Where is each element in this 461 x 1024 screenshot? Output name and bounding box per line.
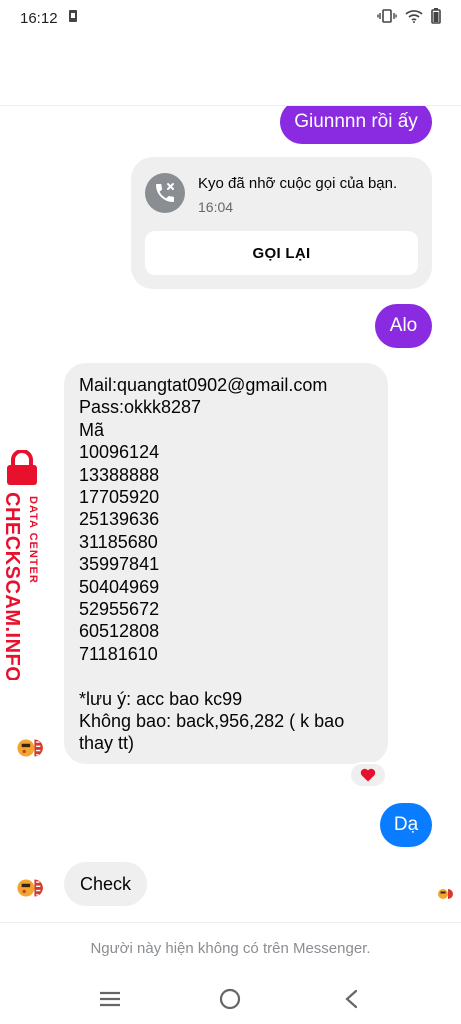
message-line: 25139636 [79,509,160,530]
heart-reaction[interactable] [349,762,387,788]
avatar-image [72,62,102,83]
message-line: 60512808 [79,621,160,642]
back-button[interactable] [14,53,54,93]
back-nav-button[interactable] [331,979,371,1019]
message-line: 10096124 [79,442,160,463]
watermark-top-text: DATA CENTER [27,496,39,584]
missed-call-time: 16:04 [198,199,234,215]
status-bar: 16:12 [0,0,461,36]
info-button[interactable] [409,57,441,89]
watermark: CHECKSCAM.INFO DATA CENTER [0,450,60,680]
status-time: 16:12 [20,9,58,27]
navigation-bar [0,974,461,1024]
home-button[interactable] [210,979,250,1019]
missed-call-text: Kyo đã nhỡ cuộc gọi của bạn. [198,175,398,192]
unavailable-notice: Người này hiện không có trên Messenger. [0,922,461,974]
call-back-button[interactable]: GỌI LẠI [145,231,418,275]
heart-icon [360,768,376,782]
outgoing-message[interactable]: Giunnnn rồi ấy [280,100,432,144]
lock-icon [7,450,37,485]
avatar-image [438,889,453,899]
voice-call-button[interactable] [297,57,329,89]
avatar-image [17,739,43,757]
message-line: *lưu ý: acc bao kc99 [79,688,243,709]
message-line: 52955672 [79,599,160,620]
message-line: Mail:quangtat0902@gmail.com [79,375,328,395]
home-circle-icon [220,988,241,1010]
sender-avatar[interactable] [14,871,48,905]
avatar-image [17,879,43,897]
menu-icon [100,991,121,1007]
wifi-icon [405,9,423,27]
sender-avatar[interactable] [14,731,48,765]
back-arrow-icon [21,62,47,83]
message-line: Không bao: back,956,282 ( k bao [79,711,345,732]
vibrate-icon [377,9,397,27]
missed-call-icon [145,173,185,213]
message-line: Pass:okkk8287 [79,397,202,418]
message-line: 13388888 [79,464,160,485]
message-line: 31185680 [79,531,158,552]
message-line: 50404969 [79,576,160,597]
seen-avatar [436,884,456,904]
contact-name[interactable]: Kyo [124,62,160,84]
info-icon [413,60,437,85]
chat-header: Kyo [0,40,461,106]
avatar[interactable] [66,50,110,95]
watermark-main-text: CHECKSCAM.INFO [1,492,23,680]
back-chevron-icon [345,989,357,1009]
video-call-button[interactable] [353,57,385,89]
message-line: thay tt) [79,733,135,754]
incoming-message[interactable]: Mail:quangtat0902@gmail.com Pass:okkk828… [64,363,388,764]
recent-apps-button[interactable] [90,979,130,1019]
outgoing-message[interactable]: Alo [375,304,432,348]
message-line: 35997841 [79,554,160,575]
message-line: 17705920 [79,487,160,508]
sim-icon [68,9,78,27]
incoming-message[interactable]: Check [64,862,147,906]
message-line: 71181610 [79,643,158,664]
message-line: Mã [79,419,105,440]
video-camera-icon [355,64,382,81]
missed-call-card: Kyo đã nhỡ cuộc gọi của bạn. 16:04 GỌI L… [131,157,432,289]
outgoing-message[interactable]: Dạ [380,803,432,847]
phone-icon [303,62,323,83]
battery-icon [431,8,441,28]
